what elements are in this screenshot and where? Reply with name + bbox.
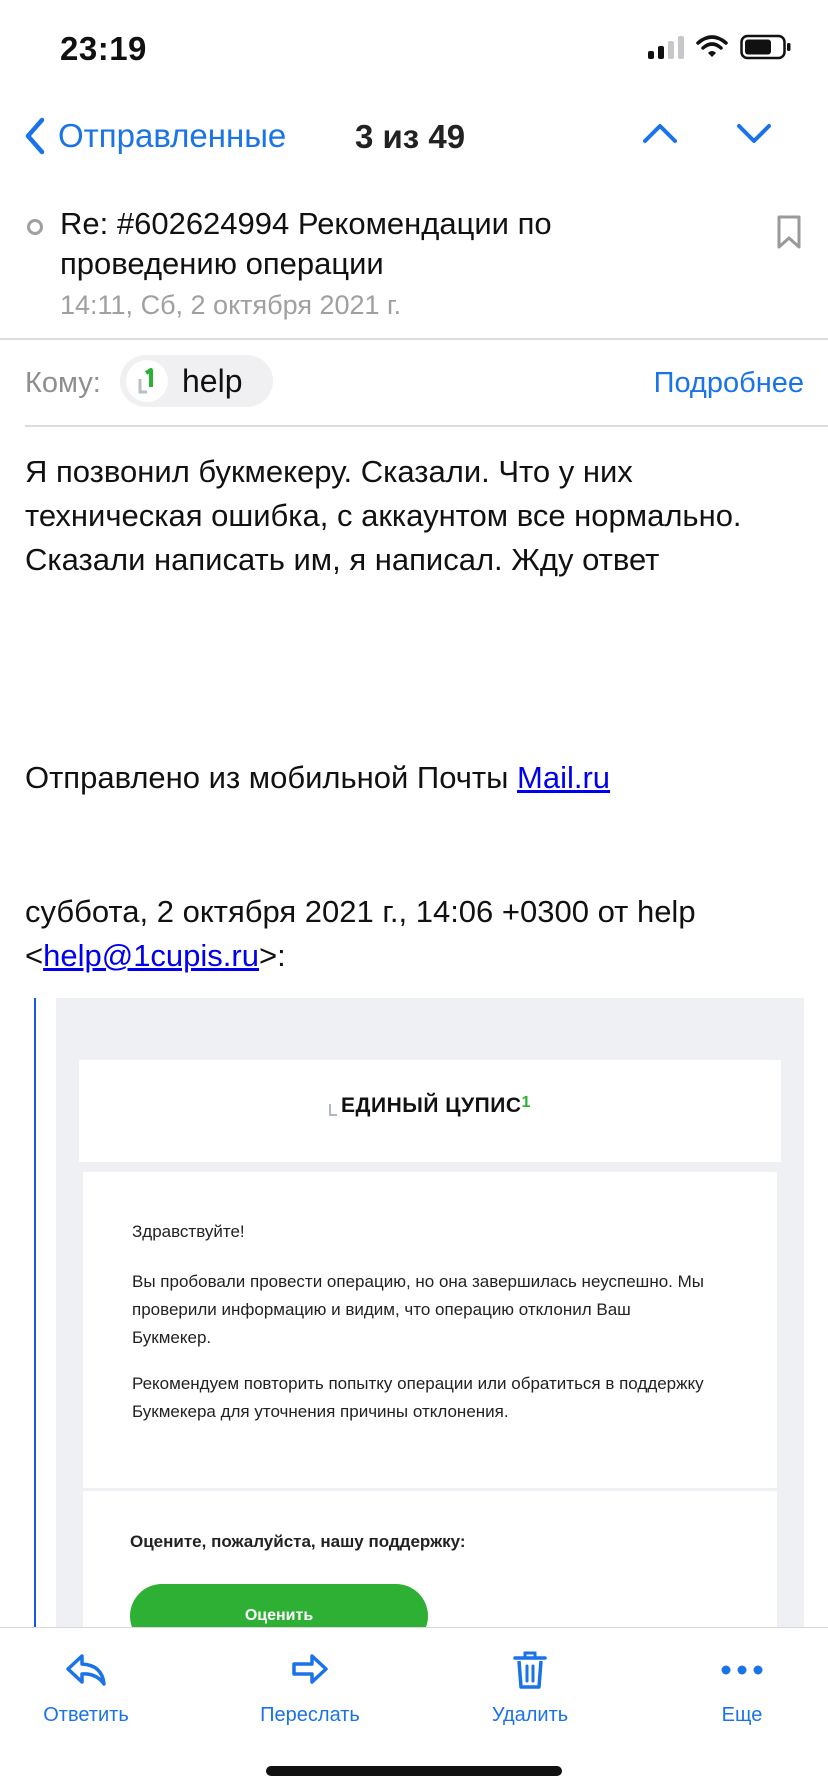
back-button[interactable]: Отправленные bbox=[22, 116, 286, 156]
delete-label: Удалить bbox=[491, 1704, 569, 1726]
quoted-paragraph: Вы пробовали провести операцию, но она з… bbox=[132, 1272, 704, 1347]
recipient-row: Кому: help Подробнее bbox=[0, 355, 828, 411]
brand-name: ЕДИНЫЙ ЦУПИС bbox=[341, 1094, 522, 1117]
quoted-email-header: ЕДИНЫЙ ЦУПИС1 bbox=[79, 1060, 781, 1162]
divider bbox=[0, 338, 828, 340]
bookmark-button[interactable] bbox=[776, 214, 802, 255]
previous-message-button[interactable] bbox=[640, 118, 680, 153]
signal-icon bbox=[648, 35, 684, 59]
message-body: Я позвонил букмекеру. Сказали. Что у них… bbox=[25, 454, 742, 577]
quote-bar bbox=[34, 998, 36, 1628]
reply-icon bbox=[66, 1654, 106, 1686]
chevron-left-icon bbox=[25, 117, 45, 155]
delete-button[interactable]: Удалить bbox=[460, 1642, 600, 1727]
reply-button[interactable]: Ответить bbox=[16, 1642, 156, 1727]
quoted-greeting: Здравствуйте! bbox=[132, 1222, 245, 1241]
battery-icon bbox=[740, 34, 791, 60]
rate-prompt: Оцените, пожалуйста, нашу поддержку: bbox=[130, 1532, 466, 1551]
mailru-link[interactable]: Mail.ru bbox=[517, 760, 610, 795]
chevron-down-icon bbox=[737, 124, 771, 143]
next-message-button[interactable] bbox=[734, 118, 774, 153]
trash-icon bbox=[513, 1651, 547, 1689]
wifi-icon bbox=[696, 35, 728, 57]
brand-mark-icon bbox=[329, 1104, 338, 1116]
divider bbox=[25, 425, 828, 427]
nav-bar: Отправленные 3 из 49 bbox=[0, 110, 828, 170]
message-header: Re: #602624994 Рекомендации по проведени… bbox=[0, 200, 828, 340]
quote-header: суббота, 2 октября 2021 г., 14:06 +0300 … bbox=[25, 890, 815, 978]
more-icon bbox=[721, 1665, 763, 1675]
recipient-chip[interactable]: help bbox=[120, 355, 273, 407]
status-time: 23:19 bbox=[60, 30, 147, 67]
forward-label: Переслать bbox=[260, 1704, 360, 1726]
chevron-up-icon bbox=[643, 124, 677, 143]
message-date: 14:11, Сб, 2 октября 2021 г. bbox=[60, 290, 402, 320]
signature: Отправлено из мобильной Почты Mail.ru bbox=[25, 760, 610, 796]
recipient-name: help bbox=[182, 362, 243, 399]
more-label: Еще bbox=[721, 1704, 763, 1726]
quoted-divider bbox=[83, 1488, 777, 1491]
back-label: Отправленные bbox=[58, 117, 287, 154]
signature-text: Отправлено из мобильной Почты bbox=[25, 760, 518, 795]
avatar bbox=[126, 360, 168, 402]
rate-button[interactable]: Оценить bbox=[130, 1584, 428, 1628]
message-counter: 3 из 49 bbox=[355, 118, 466, 155]
brand-logo: ЕДИНЫЙ ЦУПИС1 bbox=[79, 1094, 781, 1118]
forward-button[interactable]: Переслать bbox=[240, 1642, 380, 1727]
quoted-email-card: Здравствуйте! Вы пробовали провести опер… bbox=[83, 1172, 777, 1628]
brand-sup: 1 bbox=[521, 1094, 531, 1111]
message-subject: Re: #602624994 Рекомендации по проведени… bbox=[60, 206, 552, 281]
sender-email-link[interactable]: help@1cupis.ru bbox=[43, 938, 259, 973]
status-icons bbox=[648, 34, 792, 60]
unread-toggle-icon[interactable] bbox=[27, 219, 43, 235]
quoted-paragraph: Рекомендуем повторить попытку операции и… bbox=[132, 1374, 704, 1421]
quote-header-suffix: >: bbox=[258, 938, 286, 973]
more-button[interactable]: Еще bbox=[672, 1642, 812, 1727]
bookmark-icon bbox=[777, 215, 801, 249]
home-indicator[interactable] bbox=[266, 1766, 562, 1776]
status-bar: 23:19 bbox=[0, 0, 828, 100]
quoted-email: ЕДИНЫЙ ЦУПИС1 Здравствуйте! Вы пробовали… bbox=[56, 998, 804, 1628]
to-label: Кому: bbox=[25, 367, 101, 399]
forward-icon bbox=[292, 1654, 328, 1684]
details-link[interactable]: Подробнее bbox=[654, 367, 804, 400]
reply-label: Ответить bbox=[43, 1704, 129, 1726]
